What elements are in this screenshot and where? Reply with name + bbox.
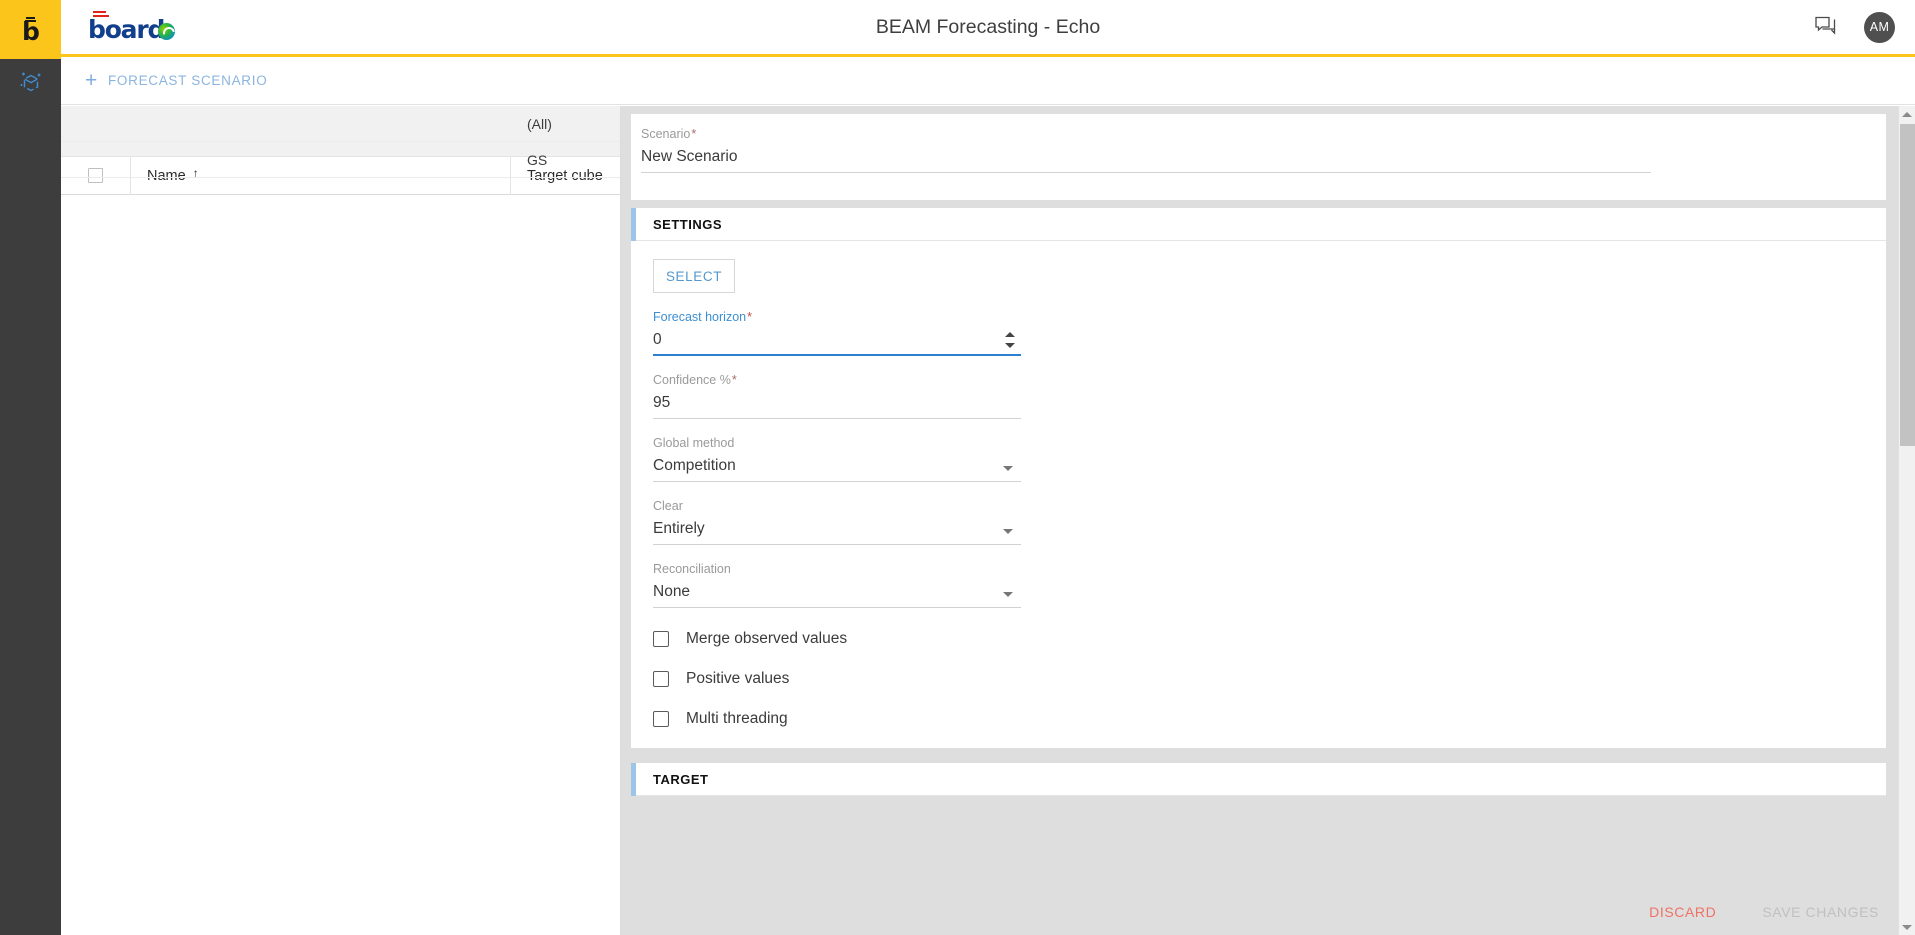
- app-root: b BEAM Forecasting - Echo board: [0, 0, 1915, 935]
- forecast-horizon-label: Forecast horizon*: [653, 309, 1021, 325]
- scenario-field[interactable]: Scenario* New Scenario: [641, 126, 1651, 173]
- row-cell-target-cube: GS: [511, 152, 620, 168]
- positive-values-checkbox[interactable]: [653, 671, 669, 687]
- scenario-field-label: Scenario*: [641, 126, 1651, 142]
- table-row[interactable]: GS: [61, 142, 620, 178]
- chevron-down-icon[interactable]: [1003, 466, 1013, 471]
- form-footer-actions: DISCARD SAVE CHANGES: [621, 888, 1915, 935]
- scroll-down-arrow-icon[interactable]: [1899, 919, 1915, 935]
- save-changes-button: SAVE CHANGES: [1756, 903, 1885, 921]
- forecast-horizon-label-text: Forecast horizon: [653, 310, 746, 324]
- scenario-detail-panel: Scenario* New Scenario SETTINGS SELECT: [621, 106, 1915, 935]
- merge-observed-values-label: Merge observed values: [686, 630, 847, 648]
- positive-values-label: Positive values: [686, 670, 789, 688]
- target-section-header[interactable]: TARGET: [631, 763, 1886, 796]
- confidence-percent-field[interactable]: Confidence %* 95: [653, 372, 1021, 419]
- target-card: TARGET: [631, 763, 1886, 796]
- section-accent-bar: [631, 208, 636, 241]
- vertical-scrollbar[interactable]: [1898, 106, 1915, 935]
- required-marker: *: [732, 373, 737, 387]
- left-rail: b: [0, 0, 61, 935]
- stepper-down-icon[interactable]: [1005, 343, 1015, 348]
- ai-cube-sparkle-icon: [16, 68, 46, 98]
- clear-label: Clear: [653, 498, 1021, 514]
- confidence-percent-label: Confidence %*: [653, 372, 1021, 388]
- merge-observed-values-checkbox[interactable]: [653, 631, 669, 647]
- settings-card: SETTINGS SELECT Forecast horizon* 0: [631, 208, 1886, 748]
- scroll-up-arrow-icon[interactable]: [1899, 106, 1915, 122]
- forecast-horizon-stepper[interactable]: [1005, 332, 1015, 348]
- scenario-card: Scenario* New Scenario: [631, 114, 1886, 200]
- logo-letter: b: [18, 18, 44, 45]
- required-marker: *: [747, 310, 752, 324]
- add-forecast-scenario-label: FORECAST SCENARIO: [108, 73, 267, 88]
- add-forecast-scenario-button[interactable]: + FORECAST SCENARIO: [79, 69, 273, 93]
- reconciliation-label-text: Reconciliation: [653, 562, 731, 576]
- board-wordmark-logo[interactable]: board: [88, 9, 180, 45]
- merge-observed-values-checkbox-row[interactable]: Merge observed values: [653, 630, 1864, 648]
- chat-bubbles-icon[interactable]: [1814, 16, 1838, 38]
- stepper-up-icon[interactable]: [1005, 332, 1015, 337]
- global-method-field[interactable]: Global method Competition: [653, 435, 1021, 482]
- global-method-select[interactable]: Competition: [653, 453, 1021, 482]
- required-marker: *: [691, 127, 696, 141]
- reconciliation-select[interactable]: None: [653, 579, 1021, 608]
- board-b-logo-icon: b: [18, 14, 44, 46]
- reconciliation-field[interactable]: Reconciliation None: [653, 561, 1021, 608]
- forecast-horizon-input[interactable]: 0: [653, 327, 1021, 356]
- settings-section-body: SELECT Forecast horizon* 0: [631, 241, 1886, 748]
- multi-threading-checkbox-row[interactable]: Multi threading: [653, 710, 1864, 728]
- global-method-label-text: Global method: [653, 436, 734, 450]
- header-actions: AM: [1814, 0, 1895, 54]
- section-accent-bar: [631, 763, 636, 796]
- sidebar-item-forecast[interactable]: [0, 59, 61, 107]
- avatar-initials: AM: [1870, 20, 1890, 34]
- discard-button[interactable]: DISCARD: [1643, 903, 1722, 921]
- scenario-input[interactable]: New Scenario: [641, 144, 1651, 173]
- app-logo-tile[interactable]: b: [0, 0, 61, 59]
- forecast-horizon-field[interactable]: Forecast horizon* 0: [653, 309, 1021, 356]
- clear-field[interactable]: Clear Entirely: [653, 498, 1021, 545]
- global-method-label: Global method: [653, 435, 1021, 451]
- clear-select[interactable]: Entirely: [653, 516, 1021, 545]
- table-row[interactable]: (All): [61, 106, 620, 142]
- settings-section-title: SETTINGS: [653, 217, 722, 232]
- target-section-title: TARGET: [653, 772, 708, 787]
- row-checkbox-cell[interactable]: [61, 106, 131, 142]
- scrollbar-thumb[interactable]: [1900, 124, 1915, 446]
- scenario-label-text: Scenario: [641, 127, 690, 141]
- scenario-list-panel: Name ↑ Target cube (All) GS: [61, 106, 621, 935]
- logo-wordmark: board: [88, 16, 164, 44]
- positive-values-checkbox-row[interactable]: Positive values: [653, 670, 1864, 688]
- row-cell-target-cube: (All): [511, 116, 620, 132]
- row-checkbox-cell[interactable]: [61, 142, 131, 178]
- multi-threading-label: Multi threading: [686, 710, 788, 728]
- confidence-percent-label-text: Confidence %: [653, 373, 731, 387]
- select-button[interactable]: SELECT: [653, 259, 735, 293]
- form-scroll-container: Scenario* New Scenario SETTINGS SELECT: [621, 106, 1896, 888]
- chevron-down-icon[interactable]: [1003, 529, 1013, 534]
- top-header-bar: BEAM Forecasting - Echo board AM: [61, 0, 1915, 57]
- page-title: BEAM Forecasting - Echo: [61, 0, 1915, 54]
- multi-threading-checkbox[interactable]: [653, 711, 669, 727]
- confidence-percent-input[interactable]: 95: [653, 390, 1021, 419]
- user-avatar[interactable]: AM: [1864, 12, 1895, 43]
- plus-icon: +: [85, 73, 98, 89]
- chevron-down-icon[interactable]: [1003, 592, 1013, 597]
- reconciliation-label: Reconciliation: [653, 561, 1021, 577]
- clear-label-text: Clear: [653, 499, 683, 513]
- settings-section-header: SETTINGS: [631, 208, 1886, 241]
- action-toolbar: + FORECAST SCENARIO: [61, 57, 1915, 105]
- logo-swirl-icon: [158, 23, 175, 40]
